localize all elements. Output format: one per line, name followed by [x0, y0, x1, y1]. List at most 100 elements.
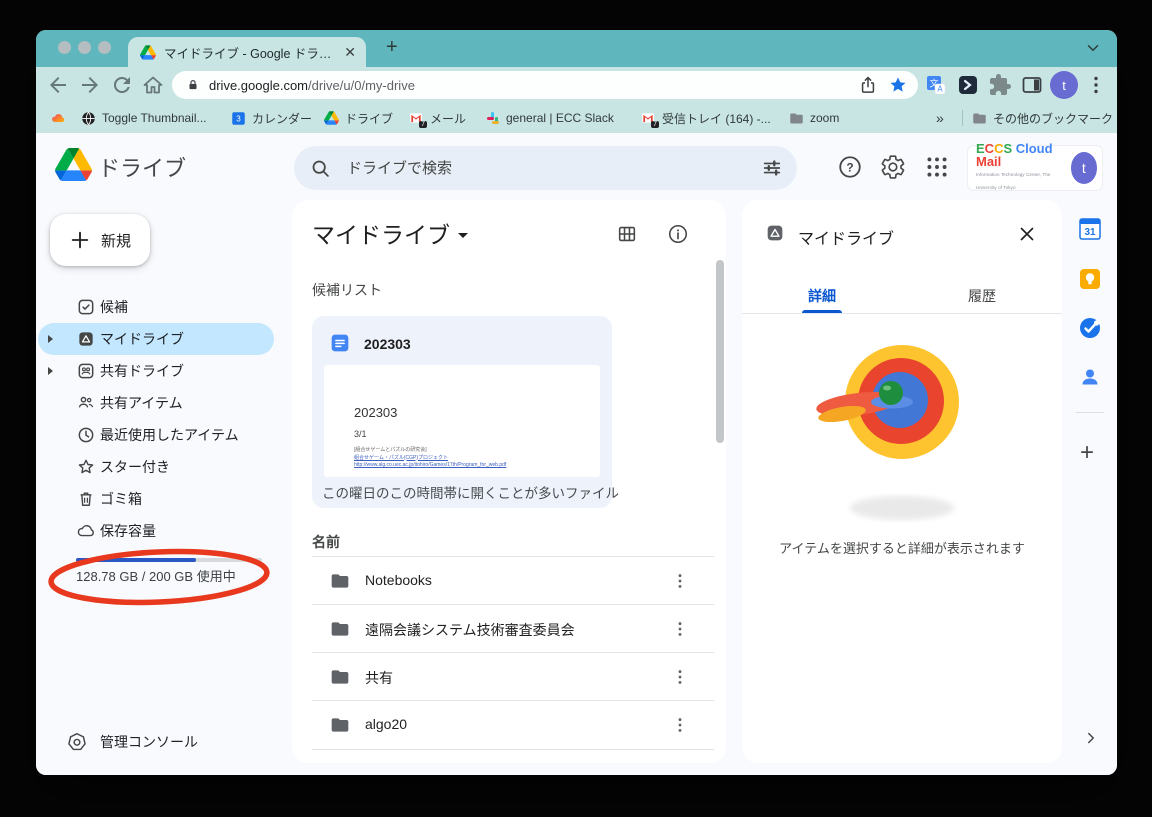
zoom-window-button[interactable] — [98, 41, 111, 54]
bookmark-item[interactable] — [50, 103, 72, 133]
sidebar-item-trash[interactable]: ゴミ箱 — [38, 483, 274, 515]
browser-menu-icon[interactable] — [1084, 73, 1108, 97]
bookmark-item[interactable]: zoom — [789, 103, 839, 133]
new-tab-button[interactable]: + — [386, 36, 398, 59]
more-options-icon[interactable] — [670, 666, 690, 688]
google-contacts-icon[interactable] — [1078, 365, 1102, 389]
sidebar-item-starred[interactable]: スター付き — [38, 451, 274, 483]
browser-tab[interactable]: マイドライブ - Google ドライブ ✕ — [128, 37, 366, 67]
column-header-name[interactable]: 名前 — [312, 532, 340, 552]
drive-favicon-icon — [140, 45, 156, 60]
tab-search-chevron-icon[interactable] — [1084, 39, 1102, 57]
bookmark-item[interactable]: 3 カレンダー — [231, 103, 312, 133]
scrollbar-thumb[interactable] — [716, 260, 724, 443]
sidebar-item-suggested[interactable]: 候補 — [38, 291, 274, 323]
dark-extension-icon[interactable] — [956, 73, 980, 97]
suggestion-reason: この曜日のこの時間帯に開くことが多いファイル — [322, 482, 608, 502]
bookmarks-bar: Toggle Thumbnail... 3 カレンダー ドライブ 7 メール — [36, 103, 1117, 133]
bookmark-star-icon[interactable] — [888, 75, 908, 95]
translate-extension-icon[interactable]: 文 A — [924, 73, 948, 97]
preview-body: [組合せゲームとパズルの研究会] 組合せゲーム・パズル(CGP)プロジェクト h… — [354, 447, 506, 470]
other-bookmarks-button[interactable]: その他のブックマーク — [972, 103, 1113, 133]
suggested-file-name: 202303 — [364, 336, 411, 352]
folder-icon — [330, 715, 350, 735]
tab-close-icon[interactable]: ✕ — [344, 45, 356, 59]
suggested-file-card[interactable]: 202303 202303 3/1 [組合せゲームとパズルの研究会] 組合せゲー… — [312, 316, 612, 508]
admin-console-button[interactable]: 管理コンソール — [66, 731, 198, 753]
bookmark-item[interactable]: ドライブ — [324, 103, 393, 133]
search-bar[interactable] — [294, 146, 797, 190]
reload-icon[interactable] — [110, 73, 134, 97]
url-host: drive.google.com — [209, 78, 308, 93]
check-square-icon — [76, 297, 96, 317]
cloud-icon — [76, 521, 96, 541]
eccs-subtitle: Information Technology Center, The Unive… — [976, 168, 1071, 194]
minimize-window-button[interactable] — [78, 41, 91, 54]
bookmark-item[interactable]: 7 メール — [408, 103, 466, 133]
url-path: /drive/u/0/my-drive — [308, 78, 415, 93]
sidebar-item-my-drive[interactable]: マイドライブ — [38, 323, 274, 355]
search-options-tune-icon[interactable] — [761, 157, 783, 179]
svg-text:31: 31 — [1084, 227, 1096, 238]
my-drive-icon — [76, 329, 96, 349]
url-bar[interactable]: drive.google.com /drive/u/0/my-drive — [172, 71, 918, 99]
sidebar-item-shared-with-me[interactable]: 共有アイテム — [38, 387, 274, 419]
hide-side-panel-chevron-icon[interactable] — [1082, 729, 1100, 747]
calendar-bookmark-icon: 3 — [231, 111, 246, 126]
get-add-ons-button[interactable]: + — [1080, 439, 1094, 467]
close-window-button[interactable] — [58, 41, 71, 54]
tab-activity[interactable]: 履歴 — [902, 286, 1062, 306]
app-name: ドライブ — [98, 151, 186, 183]
profile-avatar[interactable]: t — [1050, 71, 1078, 99]
folder-icon — [972, 111, 987, 126]
side-panel-icon[interactable] — [1020, 73, 1044, 97]
tab-details[interactable]: 詳細 — [742, 286, 902, 306]
share-icon[interactable] — [858, 75, 878, 95]
google-keep-icon[interactable] — [1078, 267, 1102, 291]
admin-console-icon — [66, 731, 88, 753]
search-icon — [310, 158, 331, 179]
apps-grid-icon[interactable] — [924, 154, 950, 180]
preview-heading: 202303 — [354, 405, 397, 420]
more-options-icon[interactable] — [670, 618, 690, 640]
settings-gear-icon[interactable] — [880, 154, 906, 180]
file-preview-thumbnail: 202303 3/1 [組合せゲームとパズルの研究会] 組合せゲーム・パズル(C… — [324, 365, 600, 477]
new-button[interactable]: 新規 — [50, 214, 150, 266]
expand-arrow-icon[interactable] — [48, 367, 53, 375]
expand-arrow-icon[interactable] — [48, 335, 53, 343]
forward-icon[interactable] — [78, 73, 102, 97]
bookmarks-divider — [962, 110, 963, 126]
storage-usage-text: 128.78 GB / 200 GB 使用中 — [76, 566, 236, 585]
info-icon[interactable] — [667, 223, 689, 245]
eccs-account-badge[interactable]: ECCS Cloud Mail Information Technology C… — [968, 146, 1102, 190]
file-list-panel: マイドライブ 候補リスト 202303 202303 3/1 — [292, 200, 726, 763]
svg-text:3: 3 — [236, 114, 241, 123]
extensions-puzzle-icon[interactable] — [988, 73, 1012, 97]
sidebar-item-recent[interactable]: 最近使用したアイテム — [38, 419, 274, 451]
google-tasks-icon[interactable] — [1078, 316, 1102, 340]
browser-toolbar: drive.google.com /drive/u/0/my-drive 文 A… — [36, 67, 1117, 103]
file-row[interactable]: 遠隔会議システム技術審査委員会 — [292, 605, 726, 653]
close-icon[interactable] — [1016, 223, 1038, 245]
sidebar-item-storage[interactable]: 保存容量 — [38, 515, 274, 547]
storage-progress-bar — [76, 558, 262, 562]
bookmark-item[interactable]: general | ECC Slack — [486, 103, 614, 133]
help-icon[interactable]: ? — [837, 154, 863, 180]
file-row[interactable]: 共有 — [292, 653, 726, 701]
bookmark-item[interactable]: Toggle Thumbnail... — [81, 103, 207, 133]
bookmarks-overflow-chevron[interactable]: » — [936, 103, 944, 133]
back-icon[interactable] — [46, 73, 70, 97]
file-row[interactable]: algo20 — [292, 701, 726, 749]
search-input[interactable] — [345, 159, 761, 178]
bookmark-item[interactable]: 7 受信トレイ (164) -... — [640, 103, 771, 133]
file-row[interactable]: Notebooks — [292, 557, 726, 605]
sidebar-item-shared-drives[interactable]: 共有ドライブ — [38, 355, 274, 387]
slack-icon — [486, 111, 500, 125]
grid-view-icon[interactable] — [616, 223, 638, 245]
location-title[interactable]: マイドライブ — [312, 216, 468, 250]
more-options-icon[interactable] — [670, 714, 690, 736]
drive-profile-avatar[interactable]: t — [1071, 152, 1097, 184]
home-icon[interactable] — [141, 73, 165, 97]
google-calendar-icon[interactable]: 31 — [1078, 217, 1102, 241]
more-options-icon[interactable] — [670, 570, 690, 592]
